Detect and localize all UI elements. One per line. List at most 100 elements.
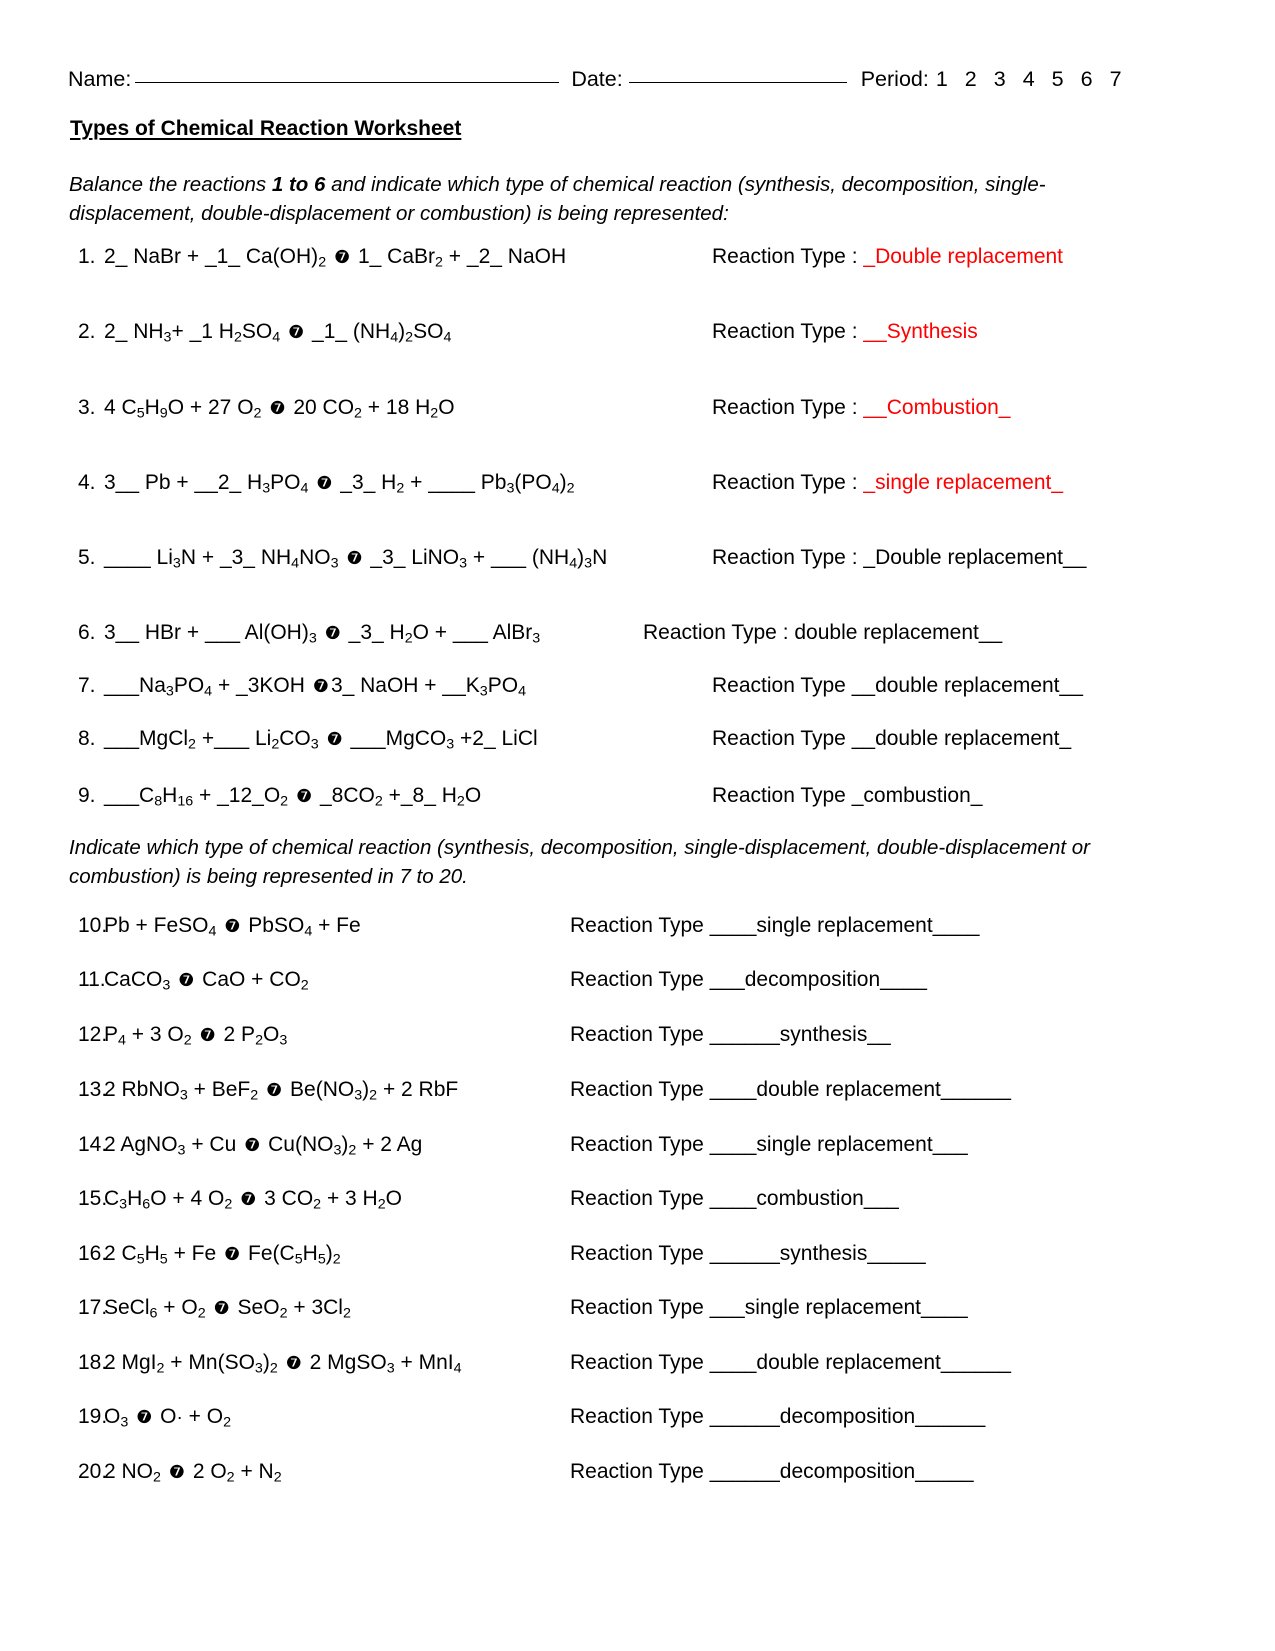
reaction-type-answer[interactable]: ______synthesis_____ <box>710 1242 926 1265</box>
chemical-equation[interactable]: SeCl6 + O2 ❼ SeO2 + 3Cl2 <box>104 1293 351 1324</box>
chemical-equation[interactable]: 2 NO2 ❼ 2 O2 + N2 <box>104 1457 282 1488</box>
reaction-type-answer[interactable]: __double replacement__ <box>852 674 1083 697</box>
answer-blank-suffix: __ <box>867 1023 891 1046</box>
reaction-type-answer[interactable]: ____single replacement____ <box>710 914 980 937</box>
answer-blank-suffix: ____ <box>880 968 927 991</box>
chemical-equation[interactable]: ____ Li3N + _3_ NH4NO3 ❼ _3_ LiNO3 + ___… <box>104 543 607 574</box>
period-option-4[interactable]: 4 <box>1023 67 1035 91</box>
answer-text[interactable]: single replacement <box>745 1296 921 1319</box>
answer-text[interactable]: Combustion <box>887 396 999 419</box>
reaction-type-answer[interactable]: ____combustion___ <box>710 1187 899 1210</box>
reaction-type-answer[interactable]: ______decomposition______ <box>710 1405 986 1428</box>
reaction-type-label: Reaction Type <box>570 1023 710 1046</box>
chemical-equation[interactable]: 2_ NH3+ _1 H2SO4 ❼ _1_ (NH4)2SO4 <box>104 317 451 348</box>
reaction-type-field: Reaction Type ______decomposition_____ <box>570 1457 974 1487</box>
reaction-type-answer[interactable]: ______decomposition_____ <box>710 1460 974 1483</box>
answer-blank-prefix: ______ <box>709 1023 780 1046</box>
answer-text[interactable]: double replacement <box>794 621 978 644</box>
reaction-type-label: Reaction Type <box>570 1296 710 1319</box>
answer-text[interactable]: decomposition <box>780 1405 915 1428</box>
chemical-equation[interactable]: 2 AgNO3 + Cu ❼ Cu(NO3)2 + 2 Ag <box>104 1130 422 1161</box>
name-input-line[interactable] <box>135 82 560 83</box>
period-label: Period: <box>860 67 929 91</box>
reaction-type-answer[interactable]: __double replacement_ <box>852 727 1072 750</box>
answer-text[interactable]: combustion <box>863 784 970 807</box>
reaction-type-answer[interactable]: ____double replacement______ <box>710 1078 1011 1101</box>
reaction-type-label: Reaction Type : <box>712 320 864 343</box>
reaction-type-answer[interactable]: _single replacement_ <box>863 471 1063 494</box>
answer-text[interactable]: double replacement <box>756 1078 940 1101</box>
answer-text[interactable]: single replacement <box>756 1133 932 1156</box>
chemical-equation[interactable]: P4 + 3 O2 ❼ 2 P2O3 <box>104 1020 287 1051</box>
problem-number: 13. <box>78 1078 108 1101</box>
chemical-equation[interactable]: 3__ Pb + __2_ H3PO4 ❼ _3_ H2 + ____ Pb3(… <box>104 468 575 499</box>
reaction-type-answer[interactable]: double replacement__ <box>794 621 1002 644</box>
chemical-equation[interactable]: 2 C5H5 + Fe ❼ Fe(C5H5)2 <box>104 1239 341 1270</box>
chemical-equation[interactable]: CaCO3 ❼ CaO + CO2 <box>104 965 309 996</box>
problem-row: 3. 4 C5H9O + 27 O2 ❼ 20 CO2 + 18 H2O React… <box>0 393 1275 423</box>
chemical-equation[interactable]: 4 C5H9O + 27 O2 ❼ 20 CO2 + 18 H2O <box>104 393 455 424</box>
answer-blank-suffix: _____ <box>915 1460 974 1483</box>
answer-blank-prefix: ______ <box>709 1242 780 1265</box>
period-option-5[interactable]: 5 <box>1052 67 1064 91</box>
reaction-type-answer[interactable]: ____double replacement______ <box>710 1351 1011 1374</box>
reaction-type-answer[interactable]: __Synthesis <box>863 320 977 343</box>
problem-row: 15. C3H6O + 4 O2 ❼ 3 CO2 + 3 H2O Reaction … <box>0 1184 1275 1214</box>
period-option-3[interactable]: 3 <box>994 67 1006 91</box>
answer-text[interactable]: double replacement <box>875 727 1059 750</box>
answer-text[interactable]: double replacement <box>875 674 1059 697</box>
chemical-equation[interactable]: 3__ HBr + ___ Al(OH)3 ❼ _3_ H2O + ___ Al… <box>104 618 540 649</box>
chemical-equation[interactable]: 2 MgI2 + Mn(SO3)2 ❼ 2 MgSO3 + MnI4 <box>104 1348 462 1379</box>
chemical-equation[interactable]: 2_ NaBr + _1_ Ca(OH)2 ❼ 1_ CaBr2 + _2_ N… <box>104 242 566 273</box>
answer-text[interactable]: decomposition <box>780 1460 915 1483</box>
reaction-type-answer[interactable]: ___single replacement____ <box>710 1296 968 1319</box>
problem-row: 20. 2 NO2 ❼ 2 O2 + N2 Reaction Type ______… <box>0 1457 1275 1487</box>
reaction-type-answer[interactable]: _combustion_ <box>852 784 983 807</box>
answer-text[interactable]: single replacement <box>875 471 1051 494</box>
answer-text[interactable]: Double replacement <box>875 245 1063 268</box>
date-input-line[interactable] <box>628 82 847 83</box>
answer-text[interactable]: Double replacement <box>875 546 1063 569</box>
reaction-type-field: Reaction Type : __Synthesis <box>712 317 978 347</box>
period-option-6[interactable]: 6 <box>1081 67 1093 91</box>
reaction-type-answer[interactable]: __Combustion_ <box>863 396 1010 419</box>
answer-blank-prefix: __ <box>863 320 887 343</box>
answer-blank-suffix: __ <box>1059 674 1083 697</box>
answer-blank-prefix: ____ <box>709 914 757 937</box>
reaction-type-answer[interactable]: _Double replacement__ <box>863 546 1086 569</box>
answer-text[interactable]: Synthesis <box>887 320 978 343</box>
answer-blank-prefix: ____ <box>709 1351 757 1374</box>
reaction-type-label: Reaction Type <box>570 1242 710 1265</box>
answer-text[interactable]: synthesis <box>780 1023 868 1046</box>
chemical-equation[interactable]: 2 RbNO3 + BeF2 ❼ Be(NO3)2 + 2 RbF <box>104 1075 458 1106</box>
chemical-equation[interactable]: ___MgCl2 +___ Li2CO3 ❼ ___MgCO3 +2_ LiCl <box>104 724 538 755</box>
reaction-type-answer[interactable]: ___decomposition____ <box>710 968 927 991</box>
problem-number: 11. <box>78 968 106 991</box>
answer-text[interactable]: double replacement <box>756 1351 940 1374</box>
answer-text[interactable]: synthesis <box>780 1242 868 1265</box>
answer-text[interactable]: combustion <box>756 1187 863 1210</box>
answer-blank-suffix: ____ <box>932 914 980 937</box>
chemical-equation[interactable]: Pb + FeSO4 ❼ PbSO4 + Fe <box>104 911 361 942</box>
reaction-type-field: Reaction Type ______synthesis__ <box>570 1020 891 1050</box>
reaction-type-label: Reaction Type <box>712 674 852 697</box>
answer-blank-prefix: ______ <box>709 1460 780 1483</box>
period-option-7[interactable]: 7 <box>1110 67 1122 91</box>
answer-blank-prefix: ______ <box>709 1405 780 1428</box>
period-options: 1 2 3 4 5 6 7 <box>929 66 1122 92</box>
answer-blank-suffix: _____ <box>867 1242 926 1265</box>
problem-number: 12. <box>78 1023 108 1046</box>
period-option-2[interactable]: 2 <box>965 67 977 91</box>
answer-text[interactable]: decomposition <box>745 968 880 991</box>
reaction-type-answer[interactable]: _Double replacement <box>863 245 1063 268</box>
reaction-type-answer[interactable]: ____single replacement___ <box>710 1133 968 1156</box>
reaction-type-answer[interactable]: ______synthesis__ <box>710 1023 891 1046</box>
period-option-1[interactable]: 1 <box>936 67 948 91</box>
answer-text[interactable]: single replacement <box>756 914 932 937</box>
chemical-equation[interactable]: ___C8H16 + _12_O2 ❼ _8CO2 +_8_ H2O <box>104 781 481 812</box>
chemical-equation[interactable]: O3 ❼ O· + O2 <box>104 1402 231 1433</box>
problem-number: 14. <box>78 1133 108 1156</box>
chemical-equation[interactable]: ___Na3PO4 + _3KOH ❼3_ NaOH + __K3PO4 <box>104 671 526 702</box>
chemical-equation[interactable]: C3H6O + 4 O2 ❼ 3 CO2 + 3 H2O <box>104 1184 402 1215</box>
reaction-type-label: Reaction Type <box>570 1133 710 1156</box>
